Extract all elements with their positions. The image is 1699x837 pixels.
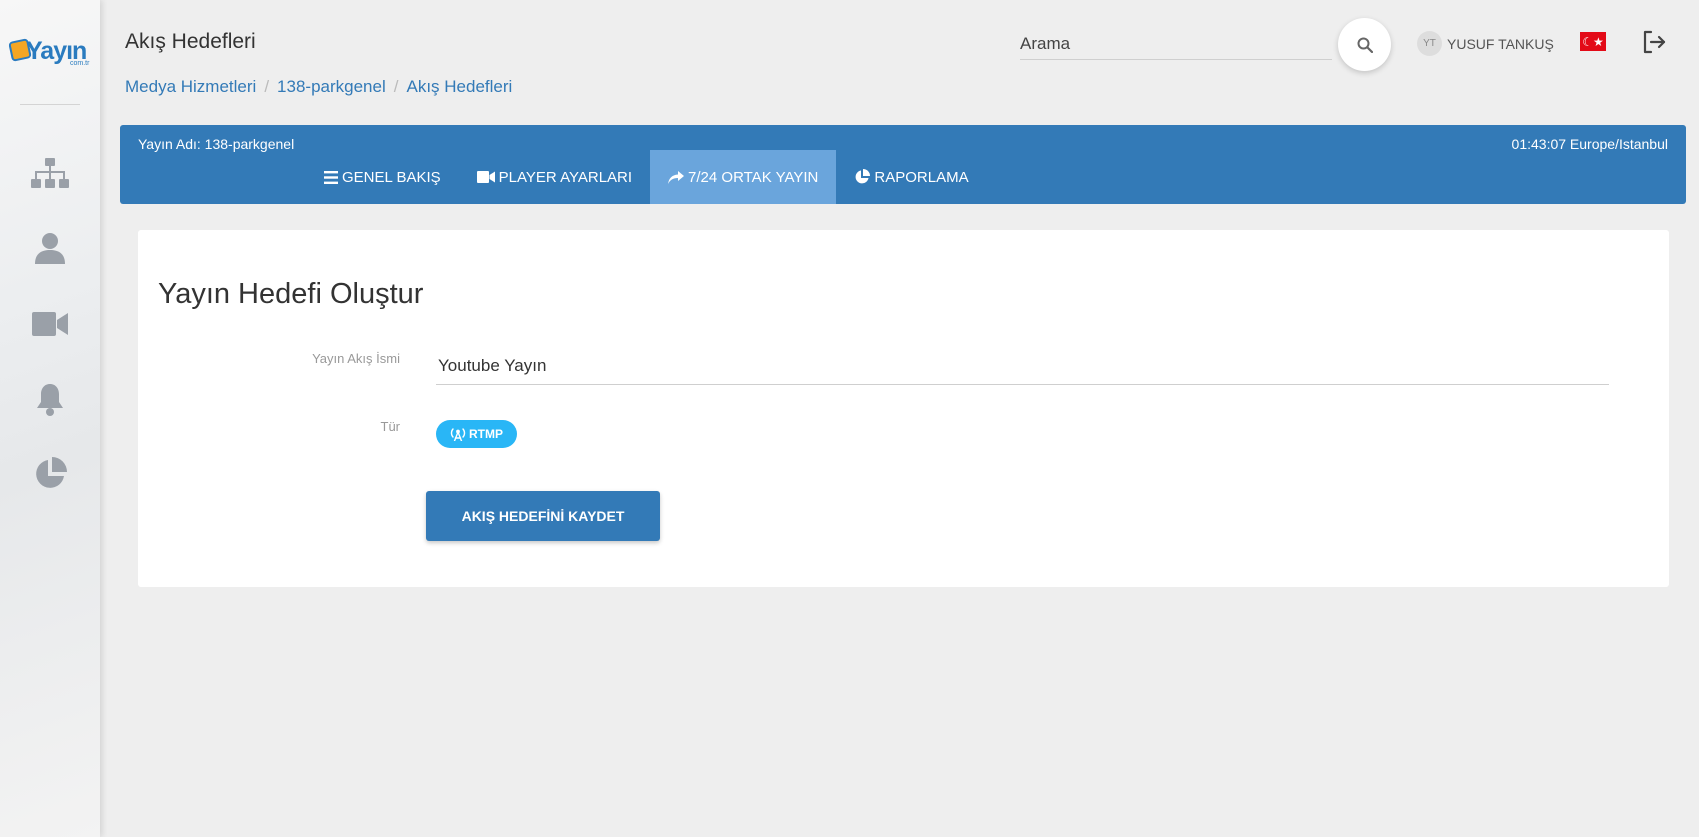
breadcrumb-separator: / [393,77,399,96]
page-title: Akış Hedefleri [125,30,256,53]
breadcrumb-item-current[interactable]: Akış Hedefleri [406,77,512,97]
tab-restream[interactable]: 7/24 ORTAK YAYIN [650,150,837,204]
tab-label: PLAYER AYARLARI [498,168,633,186]
tab-label: RAPORLAMA [874,168,969,186]
tab-label: 7/24 ORTAK YAYIN [688,168,819,186]
stream-bar: Yayın Adı: 138-parkgenel 01:43:07 Europe… [120,125,1686,204]
list-icon [324,170,338,184]
share-icon [668,170,685,184]
sidebar-item-notifications[interactable] [26,377,74,421]
user-icon [35,233,65,264]
form-title: Yayın Hedefi Oluştur [158,278,424,310]
logo-subtext: com.tr [70,60,90,67]
stream-tabs: GENEL BAKIŞ PLAYER AYARLARI 7/24 ORTAK Y… [306,150,987,204]
pie-chart-icon [855,169,871,184]
video-camera-icon [476,171,495,183]
sidebar: Yayın com.tr [0,0,100,837]
sidebar-item-video[interactable] [26,302,74,346]
bell-icon [37,384,63,416]
logo[interactable]: Yayın com.tr [8,36,92,70]
logout-icon [1643,30,1666,54]
search-button[interactable] [1338,18,1391,71]
video-camera-icon [32,312,68,336]
tab-player-settings[interactable]: PLAYER AYARLARI [459,150,650,204]
tab-overview[interactable]: GENEL BAKIŞ [306,150,459,204]
tab-label: GENEL BAKIŞ [342,168,441,186]
user-name: YUSUF TANKUŞ [1447,35,1554,52]
clock: 01:43:07 Europe/Istanbul [1511,136,1668,152]
stream-name-label: Yayın Akış İsmi [312,351,400,366]
pie-chart-icon [36,457,67,488]
stream-name-input[interactable] [436,347,1609,385]
broadcast-icon [450,428,466,441]
sidebar-item-users[interactable] [26,226,74,270]
create-target-card: Yayın Hedefi Oluştur Yayın Akış İsmi Tür… [138,230,1669,587]
stream-name: Yayın Adı: 138-parkgenel [138,136,295,152]
user-menu[interactable]: YT YUSUF TANKUŞ [1417,31,1554,56]
logout-button[interactable] [1640,28,1668,56]
logo-mark-icon [8,38,32,62]
type-chip-label: RTMP [469,427,503,441]
breadcrumb: Medya Hizmetleri / 138-parkgenel / Akış … [125,77,512,97]
sidebar-item-reports[interactable] [26,452,74,496]
turkish-flag-icon[interactable]: ☾★ [1580,32,1606,51]
search-input[interactable] [1020,28,1332,60]
breadcrumb-item-stream[interactable]: 138-parkgenel [277,77,386,97]
breadcrumb-item-media-services[interactable]: Medya Hizmetleri [125,77,256,97]
breadcrumb-separator: / [264,77,270,96]
search-icon [1357,37,1373,53]
type-label: Tür [380,419,401,434]
avatar: YT [1417,31,1442,56]
sidebar-item-media-services[interactable] [26,152,74,196]
save-target-button[interactable]: AKIŞ HEDEFİNİ KAYDET [426,491,660,541]
sidebar-divider [20,104,80,105]
sitemap-icon [31,158,69,188]
tab-reporting[interactable]: RAPORLAMA [836,150,986,204]
type-chip-rtmp[interactable]: RTMP [436,420,517,448]
